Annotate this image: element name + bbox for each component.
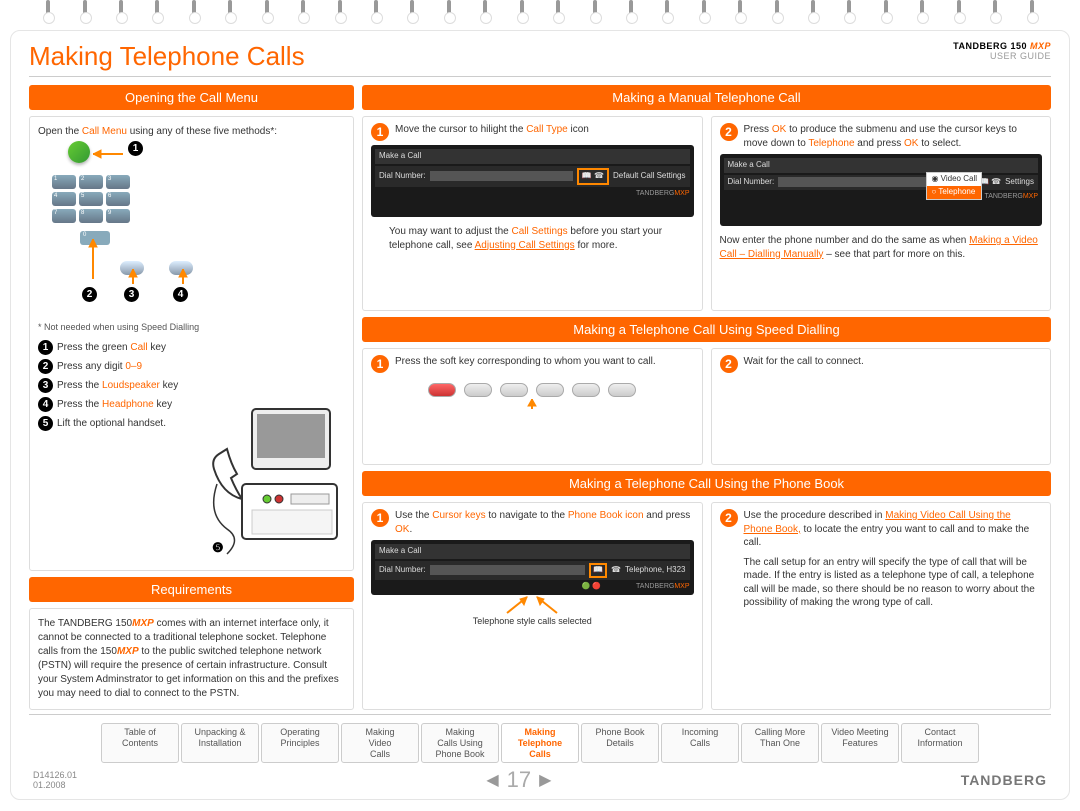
- speed-box-2: 2Wait for the call to connect.: [711, 348, 1052, 465]
- keypad-illustration: 1 123 456 789 0 2: [38, 139, 345, 334]
- requirements-panel: The TANDBERG 150MXP comes with an intern…: [29, 608, 354, 710]
- nav-multi-call[interactable]: Calling MoreThan One: [741, 723, 819, 763]
- nav-unpacking[interactable]: Unpacking &Installation: [181, 723, 259, 763]
- nav-toc[interactable]: Table ofContents: [101, 723, 179, 763]
- nav-tabs: Table ofContents Unpacking &Installation…: [29, 723, 1051, 763]
- manual-box-1: 1Move the cursor to hilight the Call Typ…: [362, 116, 703, 311]
- speed-dial-header: Making a Telephone Call Using Speed Dial…: [362, 317, 1051, 342]
- device-ui-phonebook: Make a Call Dial Number: 📖 ☎ Telephone, …: [371, 540, 694, 595]
- nav-incoming[interactable]: IncomingCalls: [661, 723, 739, 763]
- speed-box-1: 1Press the soft key corresponding to who…: [362, 348, 703, 465]
- prev-page[interactable]: ◀: [486, 770, 498, 790]
- device-ui-submenu: Make a Call Dial Number: 📖 ☎ ◉ Video Cal…: [720, 154, 1043, 226]
- phonebook-box-2: 2Use the procedure described in Making V…: [711, 502, 1052, 710]
- spiral-binding: [0, 0, 1080, 30]
- page-number: 17: [507, 767, 531, 793]
- nav-telephone-calls[interactable]: MakingTelephoneCalls: [501, 723, 579, 763]
- device-sketch: ❺: [197, 404, 347, 564]
- nav-phonebook-details[interactable]: Phone BookDetails: [581, 723, 659, 763]
- header-branding: TANDBERG 150 MXP USER GUIDE: [953, 41, 1051, 61]
- page-content: TANDBERG 150 MXP USER GUIDE Making Telep…: [10, 30, 1070, 800]
- nav-video-calls[interactable]: MakingVideoCalls: [341, 723, 419, 763]
- phonebook-box-1: 1Use the Cursor keys to navigate to the …: [362, 502, 703, 710]
- phonebook-header: Making a Telephone Call Using the Phone …: [362, 471, 1051, 496]
- svg-text:❺: ❺: [212, 540, 224, 555]
- footer-logo: TANDBERG: [961, 772, 1047, 788]
- page-title: Making Telephone Calls: [29, 41, 1051, 72]
- nav-operating[interactable]: OperatingPrinciples: [261, 723, 339, 763]
- opening-call-menu-header: Opening the Call Menu: [29, 85, 354, 110]
- manual-box-2: 2Press OK to produce the submenu and use…: [711, 116, 1052, 311]
- nav-contact[interactable]: ContactInformation: [901, 723, 979, 763]
- nav-phonebook-calls[interactable]: MakingCalls UsingPhone Book: [421, 723, 499, 763]
- doc-info: D14126.01 01.2008: [33, 770, 77, 790]
- nav-video-meeting[interactable]: Video MeetingFeatures: [821, 723, 899, 763]
- device-ui-calltype: Make a Call Dial Number: 📖 ☎ Default Cal…: [371, 145, 694, 217]
- opening-call-menu-panel: Open the Call Menu using any of these fi…: [29, 116, 354, 571]
- next-page[interactable]: ▶: [539, 770, 551, 790]
- adjusting-settings-link[interactable]: Adjusting Call Settings: [475, 240, 575, 251]
- requirements-header: Requirements: [29, 577, 354, 602]
- manual-call-header: Making a Manual Telephone Call: [362, 85, 1051, 110]
